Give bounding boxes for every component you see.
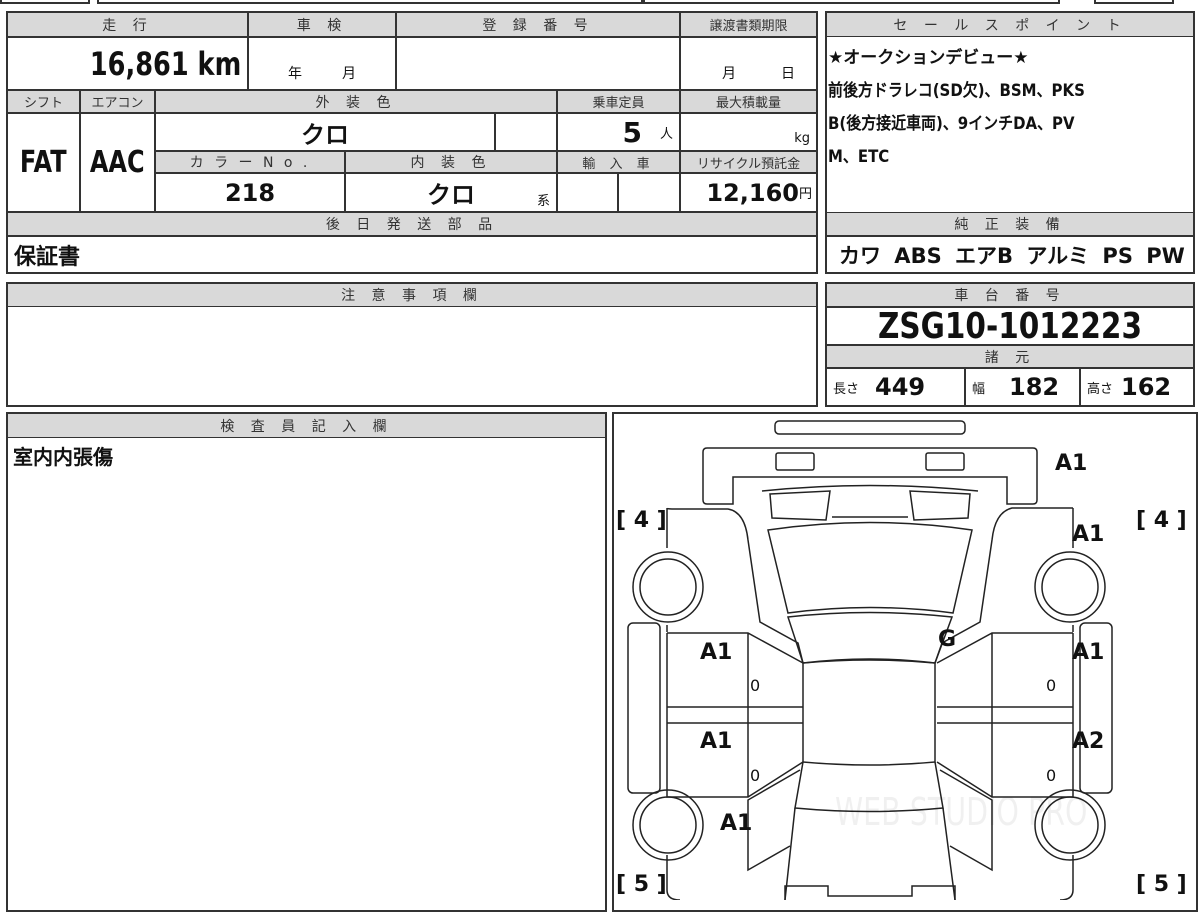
left-doors: [666, 632, 804, 798]
hood: [767, 521, 973, 614]
front-right-door-mark: A1: [1072, 640, 1105, 665]
windshield-mark: G: [938, 627, 957, 652]
left-fender: [666, 507, 804, 664]
side-step-left: [627, 622, 661, 794]
rear-lights: [761, 484, 979, 521]
front-right-tire-tread: [ 4 ]: [1136, 508, 1187, 533]
tail-light-right: [925, 452, 965, 471]
front-right-fender-mark: A1: [1072, 522, 1105, 547]
windshield: [787, 611, 954, 664]
rear-left-door-zero: 0: [750, 766, 761, 785]
tail-light-left: [775, 452, 815, 471]
rear-left-door-mark: A1: [700, 729, 733, 754]
wheel-front-left: [632, 551, 704, 623]
rear-left-quarter-mark: A1: [720, 811, 753, 836]
rear-left-tire-tread: [ 5 ]: [616, 872, 667, 897]
car-diagram: [627, 420, 1113, 900]
front-left-door-zero: 0: [750, 676, 761, 695]
watermark: WEB STUDIO PRO: [835, 790, 1088, 834]
rear-right-door-zero: 0: [1046, 766, 1057, 785]
front-left-tire-tread: [ 4 ]: [616, 508, 667, 533]
roof-bar: [774, 420, 966, 435]
wheel-rear-left: [632, 789, 704, 861]
rear-right-door-mark: A2: [1072, 729, 1105, 754]
front-left-door-mark: A1: [700, 640, 733, 665]
rear-right-tire-tread: [ 5 ]: [1136, 872, 1187, 897]
front-bumper: [784, 885, 956, 900]
front-right-door-zero: 0: [1046, 676, 1057, 695]
wheel-front-right: [1034, 551, 1106, 623]
rear-bumper: [702, 447, 1038, 505]
bumper-mark: A1: [1055, 451, 1088, 476]
cabin-roof: [802, 658, 936, 766]
